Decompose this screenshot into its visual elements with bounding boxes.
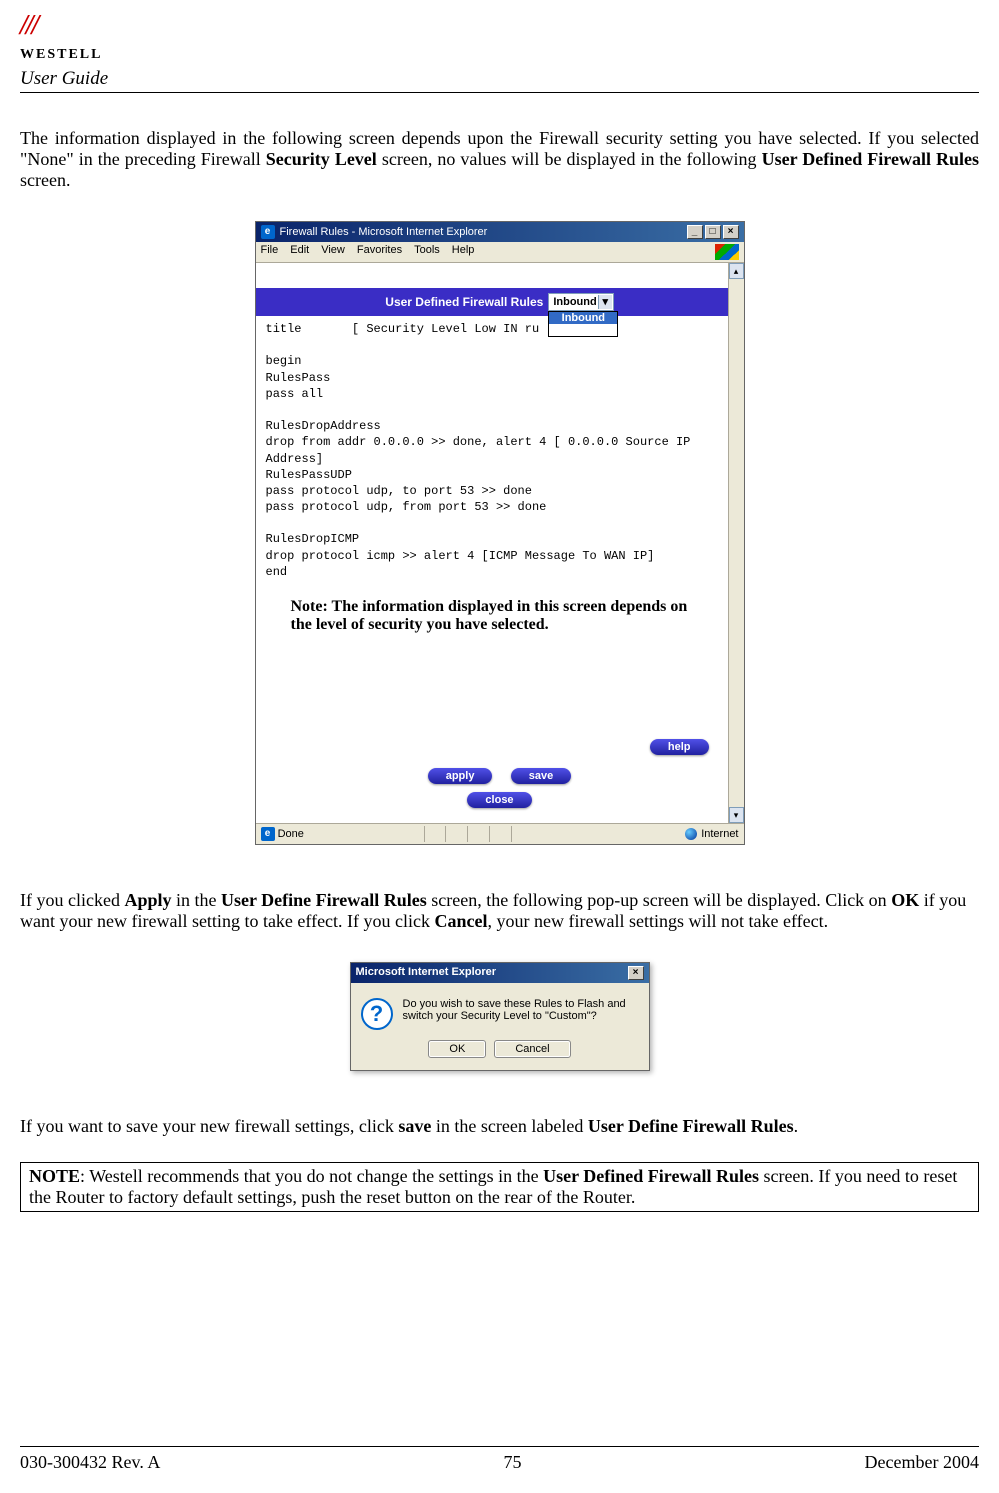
option-inbound[interactable]: Inbound: [549, 312, 617, 324]
page-banner: User Defined Firewall Rules Inbound ▾ In…: [256, 288, 744, 316]
ie-icon: e: [261, 225, 275, 239]
menu-edit[interactable]: Edit: [290, 244, 309, 260]
scroll-up-icon[interactable]: ▴: [729, 263, 744, 279]
text: If you clicked: [20, 890, 124, 910]
dialog-titlebar: Microsoft Internet Explorer ×: [351, 963, 649, 983]
dialog-close-button[interactable]: ×: [628, 966, 644, 980]
direction-select[interactable]: Inbound ▾: [548, 293, 613, 311]
footer-rev: 030-300432 Rev. A: [20, 1452, 160, 1473]
window-title: Firewall Rules - Microsoft Internet Expl…: [280, 226, 488, 238]
menu-help[interactable]: Help: [452, 244, 475, 260]
text: screen, no values will be displayed in t…: [377, 149, 762, 169]
ie-window: e Firewall Rules - Microsoft Internet Ex…: [255, 221, 745, 845]
text: : Westell recommends that you do not cha…: [80, 1166, 543, 1186]
windows-flag-icon: [715, 244, 739, 260]
dialog-message: Do you wish to save these Rules to Flash…: [403, 998, 639, 1022]
text-bold: User Defined Firewall Rules: [543, 1166, 759, 1186]
question-icon: ?: [361, 998, 393, 1030]
scrollbar[interactable]: ▴ ▾: [728, 263, 744, 823]
menu-bar: File Edit View Favorites Tools Help: [256, 242, 744, 263]
internet-zone-icon: [685, 828, 697, 840]
text-bold: Apply: [124, 890, 171, 910]
menu-file[interactable]: File: [261, 244, 279, 260]
text-bold: OK: [891, 890, 919, 910]
text: in the screen labeled: [431, 1116, 587, 1136]
text-bold: Security Level: [266, 149, 377, 169]
text: screen, the following pop-up screen will…: [427, 890, 891, 910]
menu-tools[interactable]: Tools: [414, 244, 440, 260]
zone-text: Internet: [701, 828, 738, 840]
overlay-note: Note: The information displayed in this …: [291, 598, 691, 634]
text: If you want to save your new firewall se…: [20, 1116, 398, 1136]
logo: /// WESTELL: [20, 10, 102, 63]
rules-text: title [ Security Level Low IN ru begin R…: [256, 316, 744, 585]
close-page-button[interactable]: close: [467, 792, 531, 808]
footer-page: 75: [503, 1452, 521, 1473]
ok-button[interactable]: OK: [428, 1040, 486, 1058]
confirm-dialog: Microsoft Internet Explorer × ? Do you w…: [350, 962, 650, 1071]
paragraph-3: If you want to save your new firewall se…: [0, 1086, 999, 1152]
text: , your new firewall settings will not ta…: [488, 911, 829, 931]
text-bold: save: [398, 1116, 431, 1136]
banner-title: User Defined Firewall Rules: [385, 295, 543, 309]
text: screen.: [20, 170, 70, 190]
minimize-button[interactable]: _: [687, 225, 703, 239]
browser-content: User Defined Firewall Rules Inbound ▾ In…: [256, 263, 744, 823]
paragraph-1: The information displayed in the followi…: [0, 98, 999, 206]
paragraph-2: If you clicked Apply in the User Define …: [0, 860, 999, 947]
scroll-down-icon[interactable]: ▾: [729, 807, 744, 823]
text: in the: [172, 890, 222, 910]
status-bar: e Done Internet: [256, 823, 744, 844]
window-titlebar: e Firewall Rules - Microsoft Internet Ex…: [256, 222, 744, 242]
menu-favorites[interactable]: Favorites: [357, 244, 402, 260]
text-bold: User Define Firewall Rules: [588, 1116, 794, 1136]
text-bold: User Define Firewall Rules: [221, 890, 427, 910]
text-bold: Cancel: [435, 911, 488, 931]
select-value: Inbound: [553, 296, 596, 308]
logo-mark: ///: [20, 10, 37, 41]
note-box: NOTE: Westell recommends that you do not…: [20, 1162, 979, 1212]
logo-text: WESTELL: [20, 47, 102, 62]
maximize-button[interactable]: □: [705, 225, 721, 239]
text-bold: User Defined Firewall Rules: [762, 149, 979, 169]
help-button[interactable]: help: [650, 739, 709, 755]
dialog-title: Microsoft Internet Explorer: [356, 966, 497, 980]
status-text: Done: [278, 828, 304, 840]
footer-date: December 2004: [865, 1452, 979, 1473]
page-header: /// WESTELL User Guide: [0, 0, 999, 98]
guide-label: User Guide: [20, 68, 979, 93]
cancel-button[interactable]: Cancel: [494, 1040, 570, 1058]
menu-view[interactable]: View: [321, 244, 345, 260]
apply-button[interactable]: apply: [428, 768, 493, 784]
select-options: Inbound Outbound: [548, 311, 618, 337]
status-cells: [424, 826, 512, 842]
text: .: [794, 1116, 799, 1136]
note-label: NOTE: [29, 1166, 80, 1186]
page-icon: e: [261, 827, 275, 841]
chevron-down-icon: ▾: [598, 295, 612, 309]
page-footer: 030-300432 Rev. A 75 December 2004: [20, 1446, 979, 1473]
option-outbound[interactable]: Outbound: [549, 324, 617, 336]
close-button[interactable]: ×: [723, 225, 739, 239]
save-button[interactable]: save: [511, 768, 571, 784]
